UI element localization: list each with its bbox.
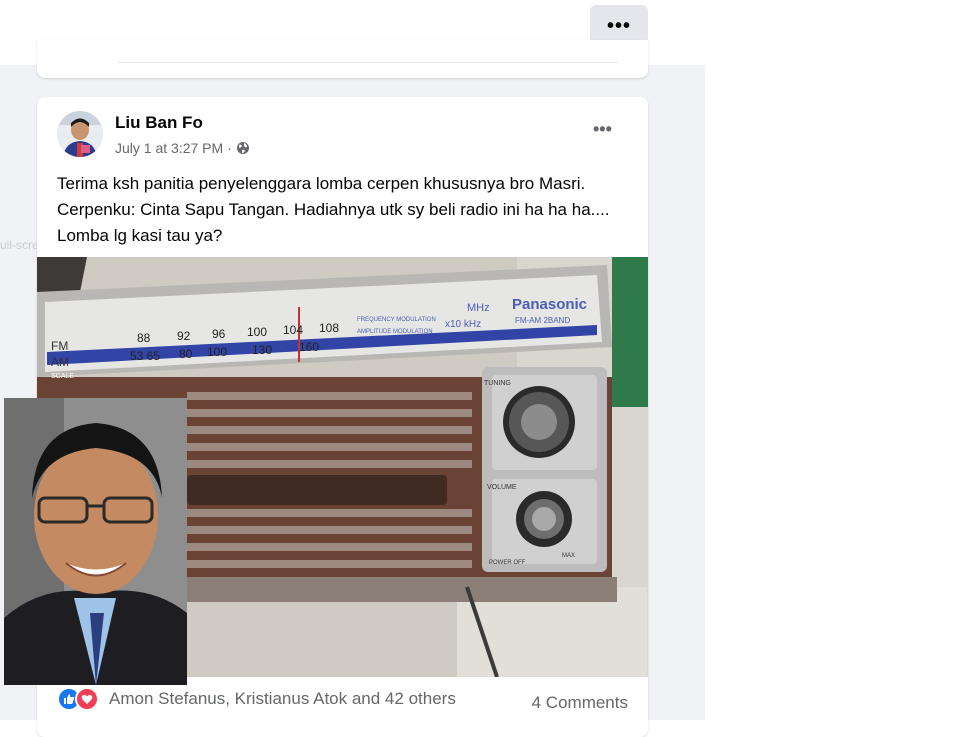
radio-max-label: MAX <box>562 553 575 559</box>
am-tick: 130 <box>252 343 272 357</box>
more-options-label: ••• <box>606 15 631 37</box>
fm-tick: 108 <box>319 321 339 335</box>
avatar-image <box>57 111 103 157</box>
radio-mhz: MHz <box>467 302 490 314</box>
fm-tick: 92 <box>177 329 191 343</box>
globe-icon[interactable] <box>236 141 250 155</box>
meta-separator: · <box>227 140 232 156</box>
am-tick: 80 <box>179 347 193 361</box>
post-timestamp[interactable]: July 1 at 3:27 PM <box>115 140 223 156</box>
radio-amp-mod: AMPLITUDE MODULATION <box>357 329 433 335</box>
fm-tick: 88 <box>137 331 151 345</box>
love-icon <box>75 687 99 711</box>
am-tick: 53 65 <box>130 349 160 363</box>
radio-power-off-label: POWER OFF <box>489 560 526 566</box>
post-more-button[interactable]: ••• <box>593 119 612 140</box>
author-name[interactable]: Liu Ban Fo <box>115 113 203 133</box>
radio-khz: x10 kHz <box>445 319 481 330</box>
radio-band: FM-AM 2BAND <box>515 316 570 325</box>
radio-tuning-label: TUNING <box>484 380 511 387</box>
radio-am-label: AM <box>51 355 69 369</box>
fm-tick: 96 <box>212 327 226 341</box>
am-tick: 160 <box>299 340 319 354</box>
comments-count-link[interactable]: 4 Comments <box>532 693 628 713</box>
reaction-names[interactable]: Amon Stefanus, Kristianus Atok and 42 ot… <box>109 689 456 709</box>
reaction-summary[interactable]: Amon Stefanus, Kristianus Atok and 42 ot… <box>57 687 456 711</box>
fm-tick: 104 <box>283 323 303 337</box>
radio-freq-mod: FREQUENCY MODULATION <box>357 317 436 323</box>
radio-brand: Panasonic <box>512 296 587 313</box>
author-avatar[interactable] <box>57 111 103 157</box>
fm-tick: 100 <box>247 325 267 339</box>
radio-scale-label: SCALE <box>51 373 74 380</box>
radio-volume-label: VOLUME <box>487 484 517 491</box>
previous-post-footer <box>37 40 648 78</box>
post-meta: July 1 at 3:27 PM · <box>115 140 250 156</box>
inset-portrait-photo <box>4 398 187 685</box>
radio-fm-label: FM <box>51 339 68 353</box>
post-text: Terima ksh panitia penyelenggara lomba c… <box>57 174 610 245</box>
am-tick: 100 <box>207 345 227 359</box>
divider <box>117 62 618 63</box>
